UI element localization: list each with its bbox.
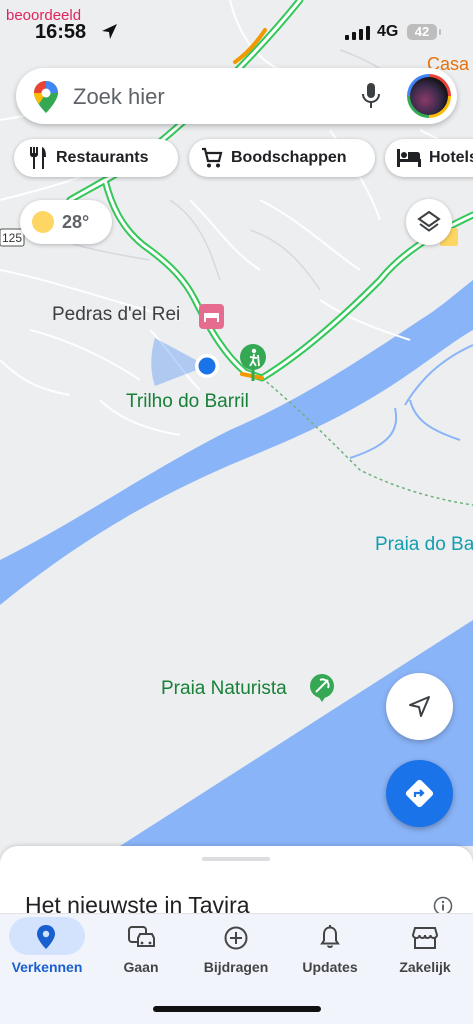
place-label-praia-barril[interactable]: Praia do Barril: [375, 534, 473, 556]
battery-icon: 42: [407, 24, 441, 40]
nav-label: Gaan: [123, 959, 159, 975]
account-avatar[interactable]: [407, 74, 451, 118]
bell-icon: [320, 925, 340, 948]
nav-verkennen[interactable]: Verkennen: [0, 914, 94, 984]
google-maps-pin-icon: [34, 81, 58, 113]
chip-restaurants[interactable]: Restaurants: [14, 139, 178, 177]
temperature: 28°: [62, 212, 90, 232]
chip-label: Boodschappen: [231, 149, 347, 166]
sheet-drag-handle[interactable]: [202, 857, 270, 861]
home-indicator: [153, 1006, 321, 1012]
nav-zakelijk[interactable]: Zakelijk: [378, 914, 472, 984]
network-type: 4G: [377, 23, 399, 40]
weather-chip[interactable]: 28°: [20, 200, 112, 244]
place-label-trilho[interactable]: Trilho do Barril: [126, 391, 249, 413]
place-label-praia-naturista[interactable]: Praia Naturista: [161, 678, 287, 700]
bed-icon: [397, 149, 421, 167]
layers-icon: [417, 210, 441, 232]
cart-icon: [202, 147, 223, 168]
signal-icon: [345, 26, 370, 40]
nav-label: Verkennen: [11, 959, 83, 975]
store-icon: [412, 927, 438, 949]
search-bar[interactable]: Zoek hier: [16, 68, 457, 124]
location-arrow-icon: [102, 24, 117, 39]
hotel-marker: [199, 304, 224, 329]
status-time: 16:58: [35, 21, 87, 43]
road-number-label: 125: [2, 231, 22, 245]
sun-icon: [32, 211, 54, 233]
recenter-button[interactable]: [386, 673, 453, 740]
nav-gaan[interactable]: Gaan: [94, 914, 188, 984]
chip-hotels[interactable]: Hotels: [385, 139, 473, 177]
nav-label: Updates: [302, 959, 358, 975]
directions-icon: [405, 779, 434, 808]
nav-label: Bijdragen: [203, 959, 269, 975]
fork-knife-icon: [30, 147, 46, 169]
layers-button[interactable]: [406, 199, 452, 245]
nav-label: Zakelijk: [399, 959, 451, 975]
add-circle-icon: [224, 926, 248, 950]
search-input[interactable]: Zoek hier: [73, 84, 165, 110]
commute-icon: [128, 926, 155, 947]
location-pin-icon: [37, 925, 55, 949]
place-label-pedras[interactable]: Pedras d'el Rei: [52, 304, 180, 326]
directions-button[interactable]: [386, 760, 453, 827]
chip-label: Hotels: [429, 149, 473, 166]
navigation-arrow-icon: [409, 696, 430, 717]
nav-bijdragen[interactable]: Bijdragen: [189, 914, 283, 984]
chip-boodschappen[interactable]: Boodschappen: [189, 139, 375, 177]
nav-updates[interactable]: Updates: [283, 914, 377, 984]
chip-label: Restaurants: [56, 149, 149, 166]
microphone-icon[interactable]: [361, 83, 381, 109]
